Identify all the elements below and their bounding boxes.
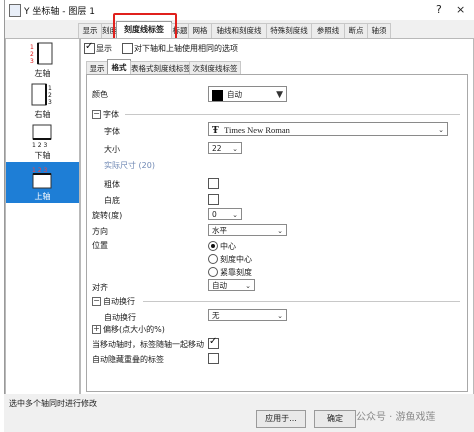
axis-item-left[interactable]: 123 左轴	[6, 39, 79, 80]
chevron-down-icon: ⌄	[245, 282, 251, 290]
svg-text:1 2 3: 1 2 3	[32, 167, 47, 174]
move-with-axis-checkbox[interactable]	[208, 336, 219, 349]
close-button[interactable]: ×	[456, 3, 465, 16]
color-swatch	[212, 89, 223, 101]
align-dropdown[interactable]: 自动 ⌄	[208, 279, 255, 291]
direction-label: 方向	[92, 227, 108, 236]
position-option-tick-center: 刻度中心	[220, 255, 252, 264]
position-radio-center[interactable]	[208, 241, 218, 251]
hide-overlap-label: 自动隐藏重叠的标签	[92, 355, 164, 364]
bold-checkbox[interactable]	[208, 178, 219, 189]
hide-overlap-checkbox[interactable]	[208, 353, 219, 364]
wrap-dropdown[interactable]: 无 ⌄	[208, 309, 287, 321]
chevron-down-icon: ⌄	[277, 312, 283, 320]
position-option-center: 中心	[220, 242, 236, 251]
font-dropdown[interactable]: Ŧ Times New Roman ⌄	[208, 122, 448, 136]
direction-value: 水平	[212, 226, 227, 235]
white-bg-label: 白底	[104, 196, 120, 205]
tab-reference-lines[interactable]: 参照线	[311, 23, 345, 38]
color-label: 颜色	[92, 90, 108, 99]
tab-special-ticks[interactable]: 特殊刻度线	[266, 23, 312, 38]
rotation-dropdown[interactable]: 0 ⌄	[208, 208, 242, 220]
subtab-table-labels[interactable]: 表格式刻度线标签	[130, 61, 191, 75]
bottom-axis-icon: 1 2 3	[32, 124, 52, 148]
ok-button[interactable]: 确定	[314, 410, 356, 428]
svg-text:1: 1	[48, 85, 52, 92]
align-value: 自动	[212, 281, 227, 290]
right-axis-icon: 123	[31, 83, 52, 106]
svg-text:1: 1	[30, 44, 34, 51]
wrap-group-label: 自动换行	[103, 297, 135, 306]
svg-text:1 2 3: 1 2 3	[32, 142, 47, 148]
tab-grid[interactable]: 网格	[188, 23, 212, 38]
align-label: 对齐	[92, 283, 108, 292]
top-axis-icon: 1 2 3	[32, 167, 52, 189]
font-group-divider	[125, 114, 460, 115]
axis-item-right[interactable]: 123 右轴	[6, 80, 79, 121]
collapse-wrap-icon[interactable]: −	[92, 297, 101, 306]
size-dropdown[interactable]: 22 ⌄	[208, 142, 242, 154]
axis-label-left: 左轴	[34, 69, 51, 78]
axis-item-top[interactable]: 1 2 3 上轴	[6, 162, 79, 203]
subtab-format[interactable]: 格式	[107, 59, 131, 75]
position-option-next-to-tick: 紧靠刻度	[220, 268, 252, 277]
tab-display[interactable]: 显示	[78, 23, 102, 38]
show-checkbox[interactable]	[84, 41, 95, 54]
bold-label: 粗体	[104, 180, 120, 189]
status-text: 选中多个轴同时进行修改	[9, 399, 97, 408]
font-label: 字体	[104, 127, 120, 136]
subtab-display[interactable]: 显示	[86, 61, 108, 75]
color-dropdown[interactable]: 自动 ▼	[208, 86, 287, 102]
color-value: 自动	[227, 90, 242, 99]
axis-label-top: 上轴	[34, 192, 51, 201]
axis-list: 123 左轴 123 右轴 1 2 3 下轴 1 2 3 上轴	[5, 38, 80, 395]
size-value: 22	[212, 144, 222, 153]
font-group-label: 字体	[103, 110, 119, 119]
direction-dropdown[interactable]: 水平 ⌄	[208, 224, 287, 236]
same-options-label: 对下轴和上轴使用相同的选项	[134, 44, 238, 53]
chevron-down-icon: ⌄	[232, 211, 238, 219]
position-label: 位置	[92, 241, 108, 250]
size-label: 大小	[104, 145, 120, 154]
wrap-group-divider	[143, 301, 460, 302]
offset-group-label: 偏移(点大小的%)	[103, 325, 165, 334]
rotation-label: 旋转(度)	[92, 211, 123, 220]
help-button[interactable]: ?	[436, 3, 442, 16]
svg-text:2: 2	[48, 92, 52, 99]
wrap-value: 无	[212, 311, 220, 320]
move-with-axis-label: 当移动轴时，标签随轴一起移动	[92, 340, 204, 349]
rotation-value: 0	[212, 210, 217, 219]
tab-line-ticks[interactable]: 轴线和刻度线	[211, 23, 267, 38]
chevron-down-icon: ⌄	[232, 145, 238, 153]
position-radio-next-to-tick[interactable]	[208, 267, 218, 277]
axis-label-right: 右轴	[34, 110, 51, 119]
wrap-label: 自动换行	[104, 313, 136, 322]
svg-text:2: 2	[30, 51, 34, 58]
axis-label-bottom: 下轴	[34, 151, 51, 160]
font-value: Times New Roman	[224, 125, 290, 135]
tab-breaks[interactable]: 断点	[344, 23, 368, 38]
white-bg-checkbox[interactable]	[208, 194, 219, 205]
chevron-down-icon: ▼	[276, 90, 283, 100]
show-label: 显示	[96, 44, 112, 53]
chevron-down-icon: ⌄	[438, 126, 444, 134]
axis-item-bottom[interactable]: 1 2 3 下轴	[6, 121, 79, 162]
svg-text:3: 3	[30, 58, 34, 65]
collapse-font-icon[interactable]: −	[92, 110, 101, 119]
truetype-icon: Ŧ	[212, 126, 219, 136]
chevron-down-icon: ⌄	[277, 227, 283, 235]
tab-rug[interactable]: 轴须	[367, 23, 391, 38]
svg-text:3: 3	[48, 99, 52, 106]
position-radio-tick-center[interactable]	[208, 254, 218, 264]
window-title: Y 坐标轴 - 图层 1	[24, 7, 95, 17]
watermark: 公众号 · 游鱼戏莲	[356, 412, 436, 423]
apply-to-button[interactable]: 应用于...	[256, 410, 306, 428]
subtab-minor-labels[interactable]: 次刻度线标签	[189, 61, 241, 75]
expand-offset-icon[interactable]: +	[92, 325, 101, 334]
left-axis-icon: 123	[30, 42, 53, 65]
same-options-checkbox[interactable]	[122, 43, 133, 54]
actual-size-label: 实际尺寸 (20)	[104, 161, 155, 170]
window-icon	[9, 4, 21, 17]
